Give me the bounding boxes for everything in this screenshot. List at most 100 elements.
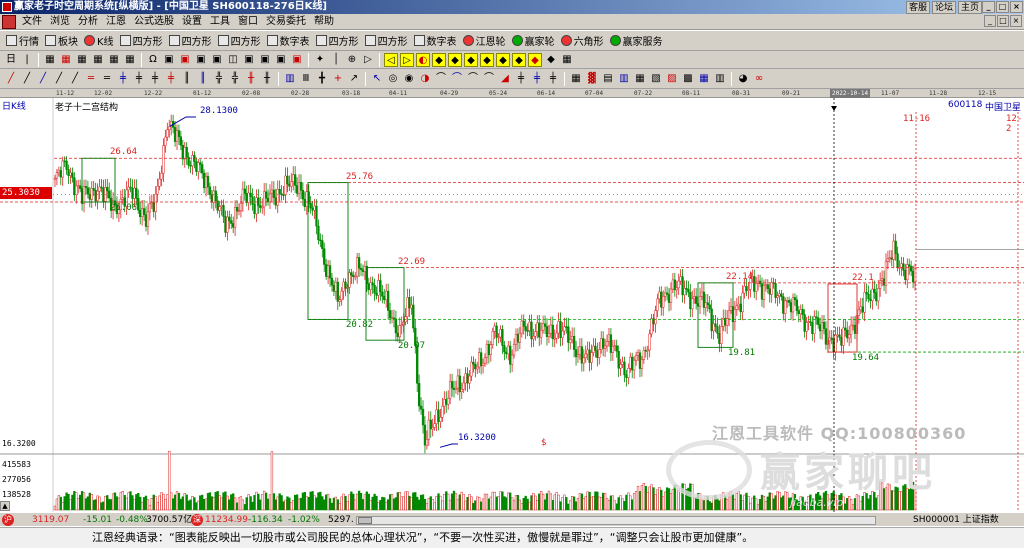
- drawing-tool-icon[interactable]: ╋: [315, 72, 329, 86]
- toolbar-square-3-button[interactable]: 四方形: [215, 32, 264, 49]
- forum-link[interactable]: 论坛: [931, 1, 956, 14]
- toolbar-square-2-button[interactable]: 四方形: [166, 32, 215, 49]
- toolbar-gann-wheel-button[interactable]: 江恩轮: [460, 32, 509, 49]
- drawing-tool-icon[interactable]: ═: [84, 72, 98, 86]
- nav-tool-icon[interactable]: ▣: [162, 53, 176, 67]
- nav-tool-icon[interactable]: ✦: [313, 53, 327, 67]
- nav-tool-icon[interactable]: Ω: [146, 53, 160, 67]
- drawing-tool-icon[interactable]: ╪: [546, 72, 560, 86]
- drawing-tool-icon[interactable]: ▥: [713, 72, 727, 86]
- drawing-tool-icon[interactable]: ║: [180, 72, 194, 86]
- drawing-tool-icon[interactable]: ⌒: [450, 72, 464, 86]
- mdi-restore-button[interactable]: □: [997, 15, 1009, 27]
- shenzhen-index-icon[interactable]: 深: [191, 514, 203, 526]
- minimize-button[interactable]: _: [982, 1, 995, 13]
- drawing-tool-icon[interactable]: ⌒: [466, 72, 480, 86]
- drawing-tool-icon[interactable]: ⌒: [482, 72, 496, 86]
- drawing-tool-icon[interactable]: ╬: [228, 72, 242, 86]
- drawing-tool-icon[interactable]: ╪: [116, 72, 130, 86]
- toolbar-service-button[interactable]: 赢家服务: [607, 32, 666, 49]
- drawing-tool-icon[interactable]: ╪: [514, 72, 528, 86]
- status-scrollbar[interactable]: [356, 516, 876, 525]
- drawing-tool-icon[interactable]: Ⅲ: [299, 72, 313, 86]
- nav-tool-icon[interactable]: ◁: [384, 52, 398, 67]
- nav-tool-icon[interactable]: ▦: [59, 53, 73, 67]
- drawing-tool-icon[interactable]: ╪: [164, 72, 178, 86]
- scroll-left-button[interactable]: ▲: [0, 501, 10, 511]
- drawing-tool-icon[interactable]: ═: [100, 72, 114, 86]
- customer-service-link[interactable]: 客服: [905, 1, 930, 14]
- nav-tool-icon[interactable]: ◆: [432, 52, 446, 67]
- drawing-tool-icon[interactable]: ↗: [347, 72, 361, 86]
- shanghai-index-icon[interactable]: 沪: [2, 514, 14, 526]
- nav-tool-icon[interactable]: ▷: [361, 53, 375, 67]
- nav-tool-icon[interactable]: ▦: [43, 53, 57, 67]
- drawing-tool-icon[interactable]: ▦: [633, 72, 647, 86]
- drawing-tool-icon[interactable]: ▥: [617, 72, 631, 86]
- menu-analysis[interactable]: 分析: [74, 14, 102, 29]
- drawing-tool-icon[interactable]: ║: [196, 72, 210, 86]
- nav-tool-icon[interactable]: ◫: [226, 53, 240, 67]
- nav-tool-icon[interactable]: ▣: [258, 53, 272, 67]
- nav-tool-icon[interactable]: ◆: [512, 52, 526, 67]
- drawing-tool-icon[interactable]: ⌒: [434, 72, 448, 86]
- drawing-tool-icon[interactable]: ▥: [283, 72, 297, 86]
- nav-tool-icon[interactable]: ▣: [178, 53, 192, 67]
- nav-tool-icon[interactable]: |: [20, 53, 34, 67]
- toolbar-sector-button[interactable]: 板块: [42, 32, 81, 49]
- close-button[interactable]: ×: [1010, 1, 1023, 13]
- drawing-tool-icon[interactable]: ╫: [260, 72, 274, 86]
- drawing-tool-icon[interactable]: ↖: [370, 72, 384, 86]
- toolbar-square-5-button[interactable]: 四方形: [362, 32, 411, 49]
- nav-tool-icon[interactable]: ▣: [274, 53, 288, 67]
- drawing-tool-icon[interactable]: ▦: [569, 72, 583, 86]
- drawing-tool-icon[interactable]: +: [331, 72, 345, 86]
- drawing-tool-icon[interactable]: ╪: [148, 72, 162, 86]
- drawing-tool-icon[interactable]: ◎: [386, 72, 400, 86]
- drawing-tool-icon[interactable]: ╫: [244, 72, 258, 86]
- menu-file[interactable]: 文件: [18, 14, 46, 29]
- toolbar-kline-button[interactable]: K线: [81, 32, 117, 49]
- drawing-tool-icon[interactable]: ◑: [418, 72, 432, 86]
- nav-tool-icon[interactable]: ▦: [123, 53, 137, 67]
- drawing-tool-icon[interactable]: ∞: [752, 72, 766, 86]
- document-icon[interactable]: [2, 15, 16, 29]
- drawing-tool-icon[interactable]: ▓: [585, 72, 599, 86]
- drawing-tool-icon[interactable]: ╪: [530, 72, 544, 86]
- toolbar-number-table-2-button[interactable]: 数字表: [411, 32, 460, 49]
- nav-tool-icon[interactable]: ▣: [290, 53, 304, 67]
- drawing-tool-icon[interactable]: ▩: [681, 72, 695, 86]
- maximize-button[interactable]: □: [996, 1, 1009, 13]
- window-title-bar[interactable]: 赢家老子时空周期系统[纵横版] - [中国卫星 SH600118-276日K线]…: [0, 0, 1024, 14]
- toolbar-winner-wheel-button[interactable]: 赢家轮: [509, 32, 558, 49]
- drawing-tool-icon[interactable]: ▧: [649, 72, 663, 86]
- toolbar-quotes-button[interactable]: 行情: [3, 32, 42, 49]
- nav-tool-icon[interactable]: ▦: [75, 53, 89, 67]
- nav-tool-icon[interactable]: ▦: [91, 53, 105, 67]
- menu-formula[interactable]: 公式选股: [130, 14, 178, 29]
- drawing-tool-icon[interactable]: ╱: [36, 72, 50, 86]
- drawing-tool-icon[interactable]: ╱: [68, 72, 82, 86]
- drawing-tool-icon[interactable]: ╱: [20, 72, 34, 86]
- toolbar-square-1-button[interactable]: 四方形: [117, 32, 166, 49]
- mdi-minimize-button[interactable]: _: [984, 15, 996, 27]
- nav-tool-icon[interactable]: ◆: [480, 52, 494, 67]
- drawing-tool-icon[interactable]: ╱: [4, 72, 18, 86]
- nav-tool-icon[interactable]: ◆: [464, 52, 478, 67]
- nav-tool-icon[interactable]: ▦: [560, 53, 574, 67]
- menu-tools[interactable]: 工具: [206, 14, 234, 29]
- menu-browse[interactable]: 浏览: [46, 14, 74, 29]
- toolbar-hexagon-button[interactable]: 六角形: [558, 32, 607, 49]
- menu-settings[interactable]: 设置: [178, 14, 206, 29]
- drawing-tool-icon[interactable]: ╬: [212, 72, 226, 86]
- nav-tool-icon[interactable]: ▣: [194, 53, 208, 67]
- nav-tool-icon[interactable]: ⊕: [345, 53, 359, 67]
- menu-window[interactable]: 窗口: [234, 14, 262, 29]
- drawing-tool-icon[interactable]: ◢: [498, 72, 512, 86]
- scrollbar-thumb[interactable]: [358, 517, 372, 524]
- nav-tool-icon[interactable]: ▣: [210, 53, 224, 67]
- nav-tool-icon[interactable]: ▦: [107, 53, 121, 67]
- nav-tool-icon[interactable]: 日: [4, 53, 18, 67]
- drawing-tool-icon[interactable]: ╱: [52, 72, 66, 86]
- drawing-tool-icon[interactable]: ◕: [736, 72, 750, 86]
